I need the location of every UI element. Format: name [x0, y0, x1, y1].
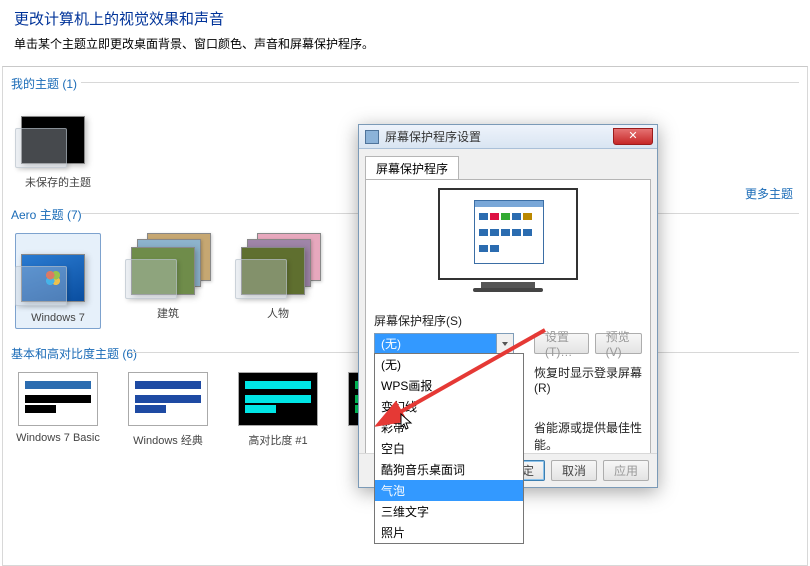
dialog-title: 屏幕保护程序设置 [385, 128, 481, 145]
theme-item-hc1[interactable]: 高对比度 #1 [235, 372, 321, 448]
preview-button[interactable]: 预览(V) [595, 333, 642, 354]
theme-item-win7basic[interactable]: Windows 7 Basic [15, 372, 101, 448]
dropdown-option[interactable]: 空白 [375, 438, 523, 459]
dialog-icon [365, 130, 379, 144]
dropdown-option[interactable]: WPS画报 [375, 375, 523, 396]
theme-item-classic[interactable]: Windows 经典 [125, 372, 211, 448]
screensaver-combo[interactable]: (无) (无)WPS画报变幻线彩带空白酷狗音乐桌面词气泡三维文字照片 [374, 333, 514, 354]
theme-label: 人物 [267, 305, 289, 321]
more-themes-link[interactable]: 更多主题 [745, 185, 793, 202]
chevron-down-icon [496, 334, 513, 353]
cursor-icon [400, 413, 414, 431]
cancel-button[interactable]: 取消 [551, 460, 597, 481]
tab-screensaver[interactable]: 屏幕保护程序 [365, 156, 459, 180]
dropdown-option[interactable]: 气泡 [375, 480, 523, 501]
dialog-titlebar[interactable]: 屏幕保护程序设置 ✕ [359, 125, 657, 149]
monitor-preview [430, 188, 586, 304]
resume-checkbox-label: 恢复时显示登录屏幕(R) [534, 364, 642, 395]
theme-item-unsaved[interactable]: 未保存的主题 [15, 102, 101, 190]
close-icon: ✕ [628, 131, 637, 142]
page-title: 更改计算机上的视觉效果和声音 [14, 8, 796, 29]
screensaver-dropdown[interactable]: (无)WPS画报变幻线彩带空白酷狗音乐桌面词气泡三维文字照片 [374, 353, 524, 544]
dropdown-option[interactable]: 变幻线 [375, 396, 523, 417]
dropdown-option[interactable]: 照片 [375, 522, 523, 543]
theme-label: 未保存的主题 [25, 174, 91, 190]
theme-label: 建筑 [157, 305, 179, 321]
tab-content: 屏幕保护程序(S) (无) (无)WPS画报变幻线彩带空白酷狗音乐桌面词气泡三维… [365, 179, 651, 477]
theme-label: Windows 7 [31, 312, 85, 324]
theme-item-windows7[interactable]: Windows 7 [15, 233, 101, 329]
dropdown-option[interactable]: 三维文字 [375, 501, 523, 522]
power-hint: 省能源或提供最佳性能。 [534, 419, 642, 453]
theme-label: Windows 7 Basic [16, 432, 100, 444]
dropdown-option[interactable]: 酷狗音乐桌面词 [375, 459, 523, 480]
dropdown-option[interactable]: 彩带 [375, 417, 523, 438]
screensaver-dialog: 屏幕保护程序设置 ✕ 屏幕保护程序 [358, 124, 658, 488]
dropdown-option[interactable]: (无) [375, 354, 523, 375]
screensaver-label: 屏幕保护程序(S) [374, 312, 642, 329]
theme-item-people[interactable]: 人物 [235, 233, 321, 329]
page-subtitle: 单击某个主题立即更改桌面背景、窗口颜色、声音和屏幕保护程序。 [14, 35, 796, 52]
combo-selected: (无) [375, 334, 496, 353]
theme-label: Windows 经典 [133, 432, 203, 448]
section-my-themes: 我的主题 (1) [11, 73, 799, 96]
theme-label: 高对比度 #1 [248, 432, 307, 448]
settings-button[interactable]: 设置(T)… [534, 333, 589, 354]
apply-button[interactable]: 应用 [603, 460, 649, 481]
close-button[interactable]: ✕ [613, 128, 653, 145]
theme-item-architecture[interactable]: 建筑 [125, 233, 211, 329]
